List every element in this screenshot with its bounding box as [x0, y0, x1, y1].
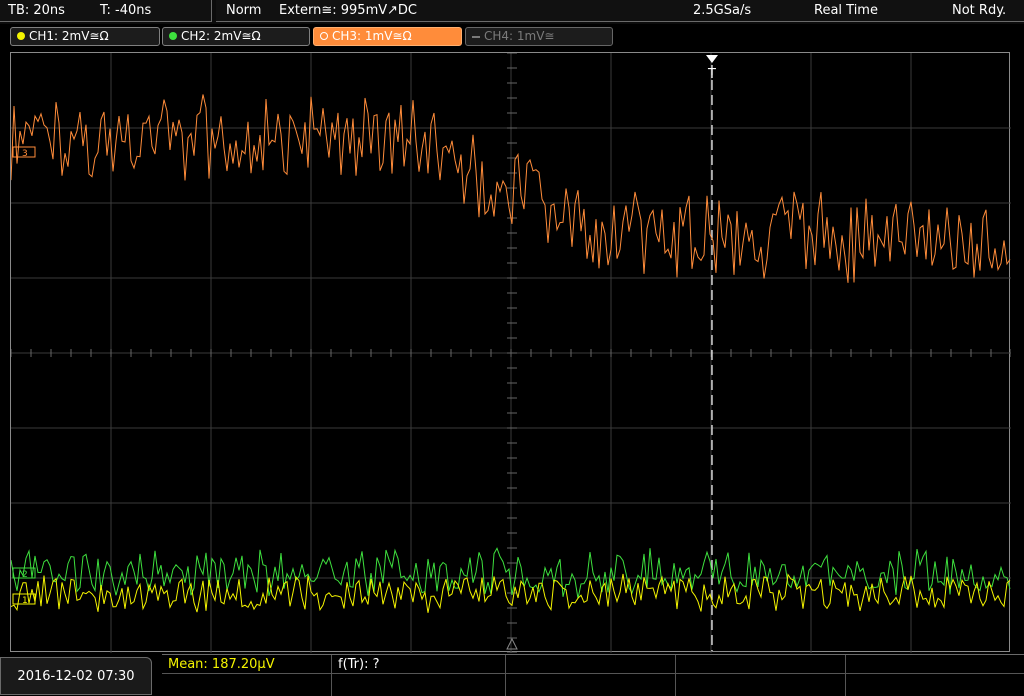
trigger-arrow-icon — [706, 55, 718, 63]
meas-slot-3[interactable] — [506, 655, 676, 674]
sample-rate: 2.5GSa/s — [693, 3, 752, 18]
meas-slot-7[interactable] — [332, 674, 506, 696]
ch1-label: CH1: 2mV≅Ω — [29, 29, 109, 43]
waveform-svg: T 3 2 1 — [11, 53, 1011, 653]
acquisition-mode: Real Time — [814, 3, 878, 18]
trigger-mode: Norm — [226, 3, 262, 18]
trigger-source: Extern≅: 995mV — [279, 3, 388, 18]
meas-slot-8[interactable] — [506, 674, 676, 696]
channel-bar: CH1: 2mV≅Ω CH2: 2mV≅Ω CH3: 1mV≅Ω CH4: 1m… — [0, 26, 1024, 48]
ch4-label: CH4: 1mV≅ — [484, 29, 555, 43]
measurement-panel: Mean: 187.20µV f(Tr): ? — [162, 654, 1024, 696]
ftr-measurement: f(Tr): ? — [338, 657, 380, 672]
meas-slot-5[interactable] — [846, 655, 1024, 674]
trigger-time-label: T: -40ns — [100, 3, 152, 18]
ch1-dot-icon — [17, 31, 25, 40]
meas-slot-6[interactable] — [162, 674, 332, 696]
timebase-box[interactable]: TB: 20ns T: -40ns — [0, 0, 212, 22]
trigger-slope: ↗DC — [387, 3, 417, 18]
ch2-marker-text: 2 — [22, 570, 28, 580]
mean-cell[interactable]: Mean: 187.20µV — [162, 655, 332, 674]
channel-button-ch1[interactable]: CH1: 2mV≅Ω — [10, 27, 160, 46]
trigger-label: T — [707, 67, 716, 82]
acquisition-status: Not Rdy. — [952, 3, 1007, 18]
meas-slot-9[interactable] — [676, 674, 846, 696]
ch3-label: CH3: 1mV≅Ω — [332, 29, 412, 43]
ftr-cell[interactable]: f(Tr): ? — [332, 655, 506, 674]
meas-slot-10[interactable] — [846, 674, 1024, 696]
trigger-position-marker-icon — [506, 637, 518, 650]
trigger-info-bar[interactable]: Norm Extern≅: 995mV ↗DC 2.5GSa/s Real Ti… — [216, 0, 1024, 22]
meas-slot-4[interactable] — [676, 655, 846, 674]
ch2-dot-icon — [169, 31, 177, 40]
ch1-marker-text: 1 — [22, 596, 28, 606]
waveform-display[interactable]: T 3 2 1 — [10, 52, 1011, 653]
mean-measurement: Mean: 187.20µV — [168, 657, 275, 672]
channel-button-ch3[interactable]: CH3: 1mV≅Ω — [313, 27, 462, 46]
ch1-level-marker[interactable]: 1 — [12, 593, 36, 606]
channel-button-ch4[interactable]: CH4: 1mV≅ — [465, 27, 613, 46]
timebase-label: TB: 20ns — [8, 3, 65, 18]
ch3-dot-icon — [320, 31, 328, 40]
ch4-dash-icon — [472, 35, 480, 38]
ch3-marker-text: 3 — [22, 149, 28, 159]
datetime-display: 2016-12-02 07:30 — [0, 657, 152, 695]
channel-button-ch2[interactable]: CH2: 2mV≅Ω — [162, 27, 310, 46]
top-status-bar: TB: 20ns T: -40ns Norm Extern≅: 995mV ↗D… — [0, 0, 1024, 24]
ch2-label: CH2: 2mV≅Ω — [181, 29, 261, 43]
